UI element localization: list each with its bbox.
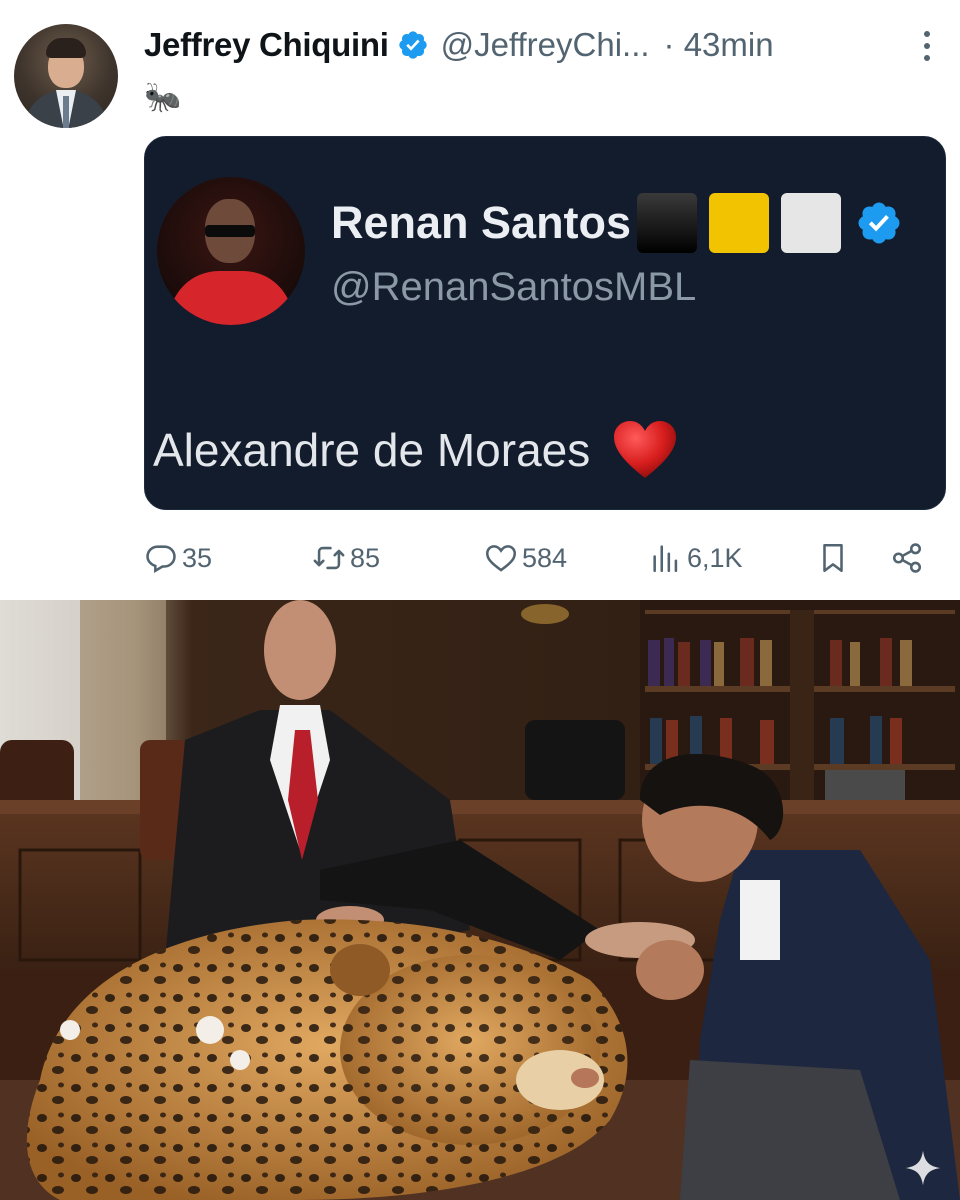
- author-handle[interactable]: @JeffreyChi...: [441, 26, 650, 64]
- views-button[interactable]: 6,1K: [649, 532, 743, 584]
- bookmark-icon: [823, 543, 843, 573]
- share-icon: [892, 543, 922, 573]
- repost-count: 85: [350, 542, 381, 573]
- yellow-square-emoji: [709, 193, 770, 253]
- bookmark-button[interactable]: [816, 532, 850, 584]
- like-button[interactable]: 584: [484, 532, 567, 584]
- white-square-emoji: [781, 193, 842, 253]
- avatar-hair: [46, 38, 86, 58]
- reply-icon: [146, 545, 176, 574]
- sparkle-icon: [905, 1150, 941, 1186]
- views-count: 6,1K: [687, 542, 743, 573]
- views-icon: [653, 545, 678, 573]
- tweet: Jeffrey Chiquini @JeffreyChi... · 43min …: [0, 0, 960, 600]
- quoted-verified-icon: [858, 202, 900, 244]
- quoted-avatar-body: [169, 271, 293, 325]
- like-count: 584: [522, 542, 568, 573]
- quoted-avatar-glasses: [205, 225, 255, 237]
- repost-icon: [313, 546, 345, 570]
- author-avatar[interactable]: [14, 24, 118, 128]
- like-icon: [485, 545, 517, 572]
- quoted-name: Renan Santos: [331, 197, 632, 248]
- quoted-text: Alexandre de Moraes: [153, 424, 591, 476]
- red-heart-icon: [614, 421, 677, 478]
- tweet-text: 🐜: [144, 80, 182, 114]
- repost-button[interactable]: 85: [312, 532, 380, 584]
- share-button[interactable]: [890, 532, 924, 584]
- tweet-header: Jeffrey Chiquini @JeffreyChi... · 43min: [144, 24, 940, 66]
- photo-illustration: [0, 600, 960, 1200]
- black-square-emoji: [637, 193, 698, 253]
- quoted-handle: @RenanSantosMBL: [331, 265, 697, 309]
- quoted-avatar: [157, 177, 305, 325]
- quoted-name-row: Renan Santos: [331, 193, 903, 253]
- quoted-text-row: Alexandre de Moraes: [153, 417, 678, 483]
- avatar-tie: [63, 96, 69, 128]
- reply-count: 35: [182, 542, 213, 573]
- action-bar: 35 85 584 6,1K: [144, 532, 934, 584]
- verified-icon: [398, 31, 427, 59]
- more-icon[interactable]: [912, 26, 942, 66]
- attached-photo[interactable]: [0, 600, 960, 1200]
- reply-button[interactable]: 35: [144, 532, 212, 584]
- quoted-image-card[interactable]: Renan Santos @RenanSantosMBL Alexandre d…: [144, 136, 946, 510]
- author-name[interactable]: Jeffrey Chiquini: [144, 26, 389, 64]
- timestamp[interactable]: · 43min: [664, 26, 774, 64]
